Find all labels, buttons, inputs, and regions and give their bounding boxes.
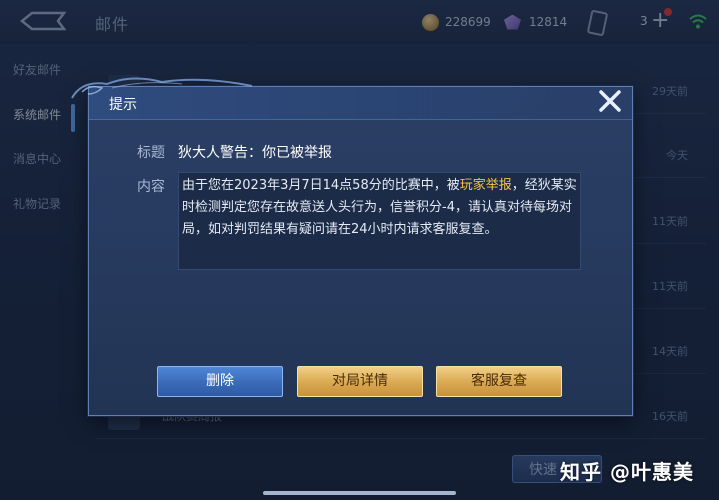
subject-text: 狄大人警告：你已被举报 bbox=[178, 145, 332, 161]
watermark: 知乎 @叶惠美 bbox=[560, 460, 694, 484]
close-icon[interactable] bbox=[597, 88, 623, 114]
content-text: 由于您在2023年3月7日14点58分的比赛中，被玩家举报，经狄某实时检测判定您… bbox=[182, 175, 580, 241]
customer-service-button[interactable]: 客服复查 bbox=[436, 366, 562, 397]
delete-button[interactable]: 删除 bbox=[157, 366, 283, 397]
cloud-ornament bbox=[71, 77, 253, 99]
match-detail-button[interactable]: 对局详情 bbox=[297, 366, 423, 397]
home-indicator[interactable] bbox=[263, 491, 456, 495]
content-text-part1: 由于您在2023年3月7日14点58分的比赛中，被 bbox=[182, 178, 460, 193]
content-highlight: 玩家举报 bbox=[459, 178, 512, 193]
subject-label: 标题 bbox=[137, 145, 165, 161]
content-label: 内容 bbox=[137, 179, 165, 195]
